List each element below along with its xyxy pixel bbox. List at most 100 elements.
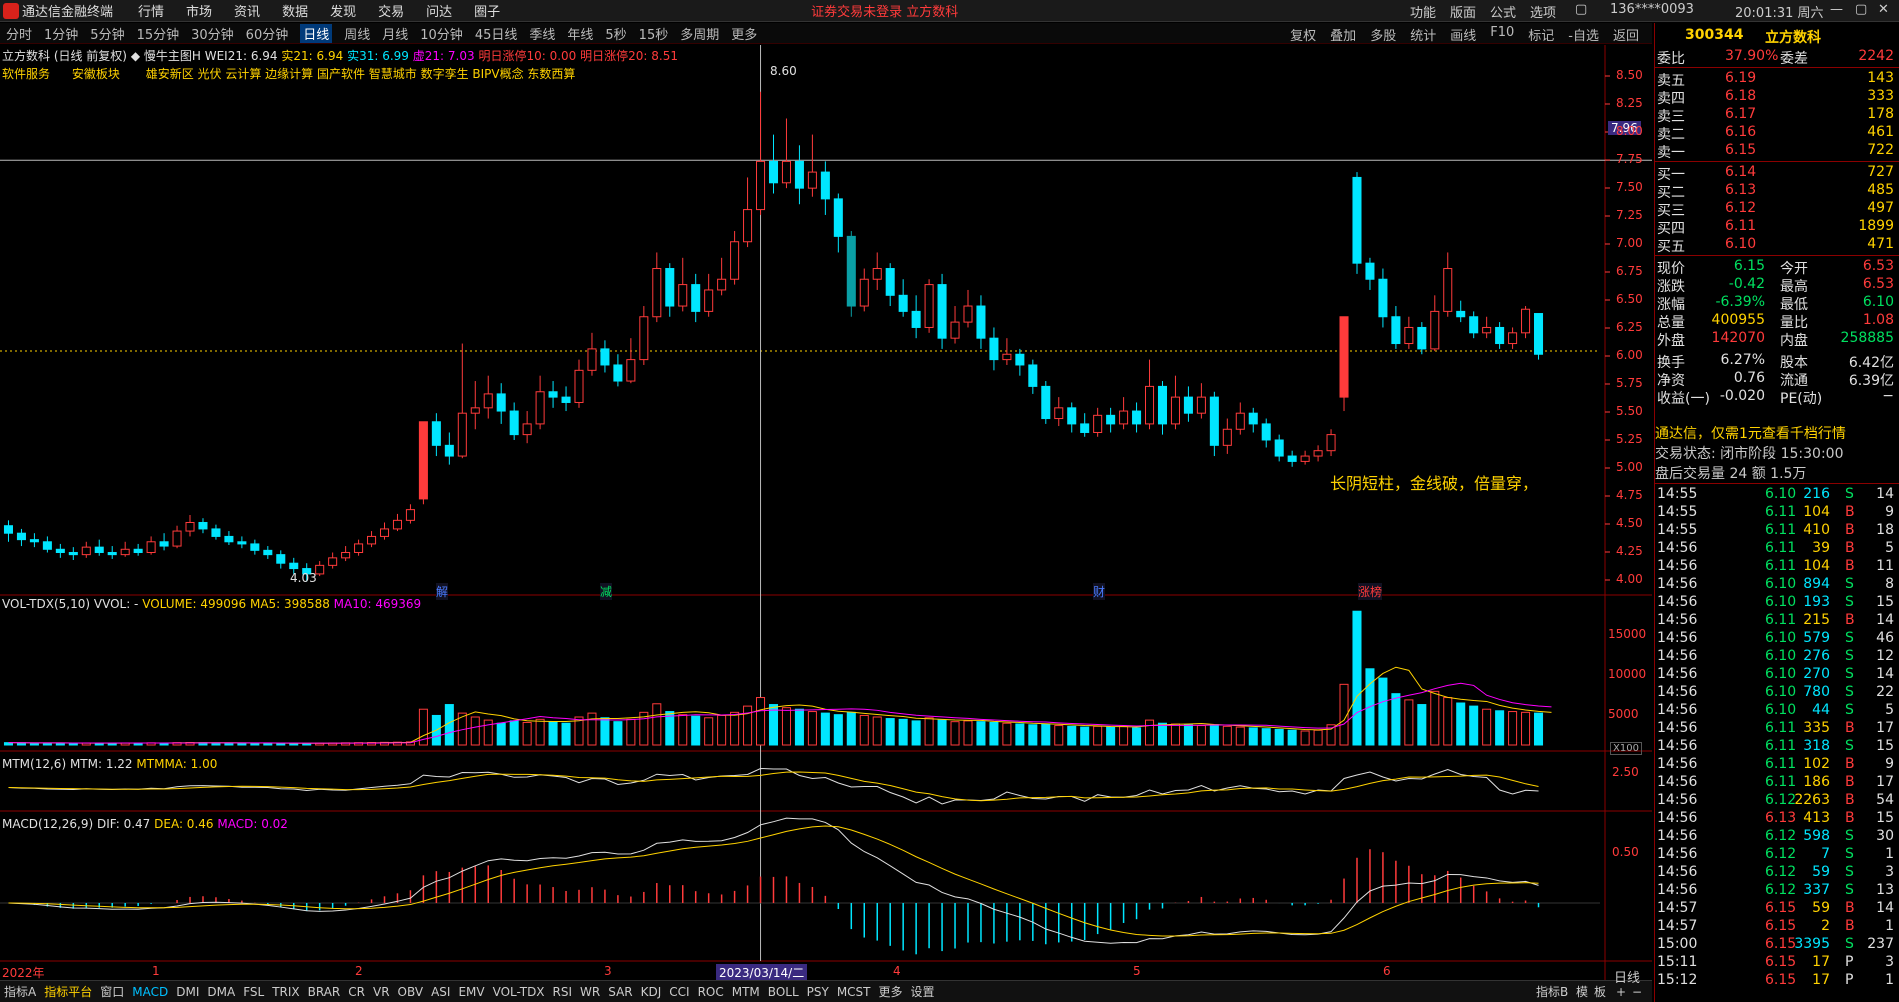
- account-id[interactable]: 136****0093: [1610, 2, 1694, 17]
- period-quarterly[interactable]: 季线: [529, 24, 555, 43]
- menu-item-gongneng[interactable]: 功能: [1410, 2, 1436, 21]
- period-fenshi[interactable]: 分时: [6, 24, 32, 43]
- tick-side: S: [1845, 630, 1854, 646]
- event-marker[interactable]: 财: [1093, 583, 1106, 600]
- tool-fuquan[interactable]: 复权: [1290, 25, 1316, 44]
- event-marker[interactable]: 减: [600, 583, 613, 600]
- tick-count: 18: [1876, 522, 1894, 538]
- candle-body: [496, 393, 506, 412]
- event-marker[interactable]: 解: [436, 583, 449, 600]
- tab-settings[interactable]: 设置: [911, 983, 935, 1000]
- maximize-icon[interactable]: ▢: [1855, 2, 1867, 17]
- tab-dma[interactable]: DMA: [207, 985, 235, 999]
- tab-mtm[interactable]: MTM: [732, 985, 760, 999]
- menu-item-faxian[interactable]: 发现: [330, 1, 356, 20]
- tab-mcst[interactable]: MCST: [837, 985, 871, 999]
- close-icon[interactable]: ✕: [1878, 2, 1889, 17]
- tab-zhibiao-pingtai[interactable]: 指标平台: [44, 983, 92, 1000]
- tab-emv[interactable]: EMV: [458, 985, 484, 999]
- period-10min[interactable]: 10分钟: [420, 24, 463, 43]
- tool-biaoji[interactable]: 标记: [1528, 25, 1554, 44]
- tab-zhibiao-a[interactable]: 指标A: [4, 983, 36, 1000]
- tab-mo[interactable]: 模: [1576, 983, 1588, 1000]
- login-notice[interactable]: 证券交易未登录 立方数科: [811, 1, 958, 20]
- tab-dmi[interactable]: DMI: [176, 985, 199, 999]
- tab-roc[interactable]: ROC: [698, 985, 724, 999]
- menu-item-banmian[interactable]: 版面: [1450, 2, 1476, 21]
- weicha-value: 2242: [1858, 48, 1894, 64]
- tab-asi[interactable]: ASI: [431, 985, 450, 999]
- tab-cci[interactable]: CCI: [669, 985, 689, 999]
- period-1min[interactable]: 1分钟: [44, 24, 78, 43]
- menu-item-shuju[interactable]: 数据: [282, 1, 308, 20]
- candle-body: [29, 539, 39, 543]
- remove-icon[interactable]: −: [1632, 985, 1642, 999]
- tab-brar[interactable]: BRAR: [308, 985, 341, 999]
- legend-item: 虚21: 7.03: [412, 49, 475, 63]
- period-5sec[interactable]: 5秒: [605, 24, 626, 43]
- period-30min[interactable]: 30分钟: [191, 24, 234, 43]
- period-60min[interactable]: 60分钟: [246, 24, 289, 43]
- level2-ad[interactable]: 通达信，仅需1元查看千档行情: [1655, 423, 1899, 442]
- tab-more[interactable]: 更多: [879, 983, 903, 1000]
- tool-f10[interactable]: F10: [1490, 25, 1514, 44]
- sector-tag[interactable]: 软件服务: [2, 67, 50, 81]
- period-more[interactable]: 更多: [731, 24, 757, 43]
- tool-fanhui[interactable]: 返回: [1613, 25, 1639, 44]
- tab-fsl[interactable]: FSL: [243, 985, 264, 999]
- menu-item-hangqing[interactable]: 行情: [138, 1, 164, 20]
- tab-sar[interactable]: SAR: [608, 985, 632, 999]
- candle-body: [833, 198, 843, 237]
- tab-ban[interactable]: 板: [1594, 983, 1606, 1000]
- tool-tongji[interactable]: 统计: [1410, 25, 1436, 44]
- menu-item-zixun[interactable]: 资讯: [234, 1, 260, 20]
- menu-item-wenda[interactable]: 问达: [426, 1, 452, 20]
- tab-trix[interactable]: TRIX: [272, 985, 299, 999]
- event-marker[interactable]: 涨榜: [1358, 583, 1383, 600]
- tool-duogu[interactable]: 多股: [1370, 25, 1396, 44]
- tab-wr[interactable]: WR: [580, 985, 600, 999]
- price-axis-tick: 4.00: [1616, 572, 1643, 586]
- tab-psy[interactable]: PSY: [807, 985, 829, 999]
- tool-huaxian[interactable]: 画线: [1450, 25, 1476, 44]
- candle-body: [1508, 332, 1518, 345]
- low-price-label: 4.03: [290, 571, 317, 585]
- tick-row: 14:56 6.11 318 S 15: [1655, 738, 1899, 756]
- volume-bar: [1378, 677, 1388, 746]
- tab-cr[interactable]: CR: [348, 985, 365, 999]
- menu-item-shichang[interactable]: 市场: [186, 1, 212, 20]
- tab-boll[interactable]: BOLL: [768, 985, 799, 999]
- period-15sec[interactable]: 15秒: [639, 24, 669, 43]
- menu-item-jiaoyi[interactable]: 交易: [378, 1, 404, 20]
- kline-chart-svg[interactable]: [0, 45, 1652, 980]
- menu-item-xuanxiang[interactable]: 选项: [1530, 2, 1556, 21]
- tab-chuangkou[interactable]: 窗口: [100, 983, 124, 1000]
- period-multi[interactable]: 多周期: [680, 24, 719, 43]
- tool-diejia[interactable]: 叠加: [1330, 25, 1356, 44]
- tab-rsi[interactable]: RSI: [553, 985, 573, 999]
- kline-chart-area[interactable]: 立方数科 (日线 前复权) ◆ 慢牛主图H WEI21: 6.94 实21: 6…: [0, 45, 1652, 981]
- tab-obv[interactable]: OBV: [398, 985, 424, 999]
- tab-zhibiao-b[interactable]: 指标B: [1536, 983, 1568, 1000]
- period-5min[interactable]: 5分钟: [90, 24, 124, 43]
- period-45day[interactable]: 45日线: [475, 24, 518, 43]
- menu-item-gongshi[interactable]: 公式: [1490, 2, 1516, 21]
- tab-vr[interactable]: VR: [373, 985, 390, 999]
- tool-zixuan[interactable]: -自选: [1568, 25, 1599, 44]
- period-monthly[interactable]: 月线: [382, 24, 408, 43]
- volume-bar: [781, 707, 791, 746]
- stat-label: 今开: [1780, 261, 1808, 277]
- user-icon[interactable]: ▢: [1575, 2, 1587, 17]
- period-yearly[interactable]: 年线: [567, 24, 593, 43]
- sector-tag[interactable]: 安徽板块: [72, 67, 120, 81]
- candle-body: [1313, 450, 1323, 457]
- period-15min[interactable]: 15分钟: [137, 24, 180, 43]
- tab-macd[interactable]: MACD: [132, 985, 168, 999]
- add-icon[interactable]: +: [1616, 985, 1626, 999]
- menu-item-quanzi[interactable]: 圈子: [474, 1, 500, 20]
- minimize-icon[interactable]: —: [1830, 2, 1843, 17]
- period-weekly[interactable]: 周线: [344, 24, 370, 43]
- period-daily[interactable]: 日线: [300, 23, 333, 43]
- tab-vol-tdx[interactable]: VOL-TDX: [493, 985, 545, 999]
- tab-kdj[interactable]: KDJ: [641, 985, 662, 999]
